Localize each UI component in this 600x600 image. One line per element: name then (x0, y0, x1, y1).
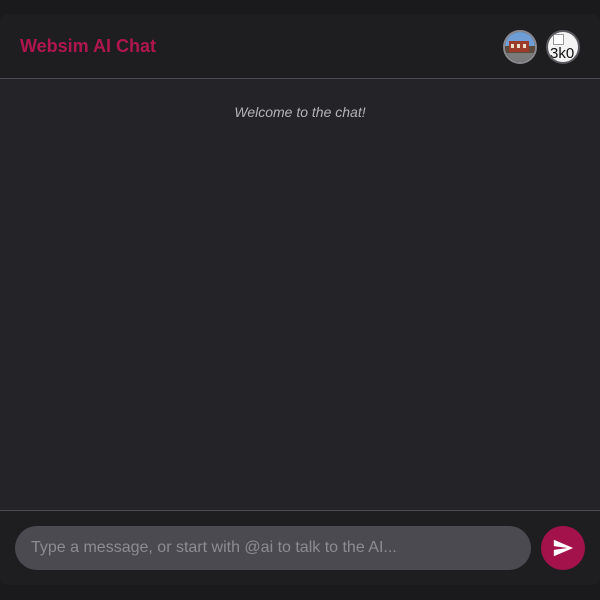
message-list[interactable]: Welcome to the chat! (0, 80, 600, 510)
message-composer (0, 510, 600, 585)
avatar-alt-text: 3k0 (550, 45, 575, 62)
avatar-list: 3k0 (503, 30, 580, 64)
message-input[interactable] (15, 526, 531, 570)
broken-image-icon (553, 34, 564, 45)
send-icon (553, 539, 574, 557)
welcome-message: Welcome to the chat! (234, 104, 366, 120)
chat-header: Websim AI Chat 3k0 (0, 14, 600, 79)
send-button[interactable] (541, 526, 585, 570)
app-title: Websim AI Chat (20, 36, 157, 56)
user-avatar-photo[interactable] (503, 30, 537, 64)
user-avatar-broken[interactable]: 3k0 (546, 30, 580, 64)
chat-window: Websim AI Chat 3k0 Welcome to the chat! (0, 14, 600, 585)
avatar-photo-image (505, 32, 535, 62)
